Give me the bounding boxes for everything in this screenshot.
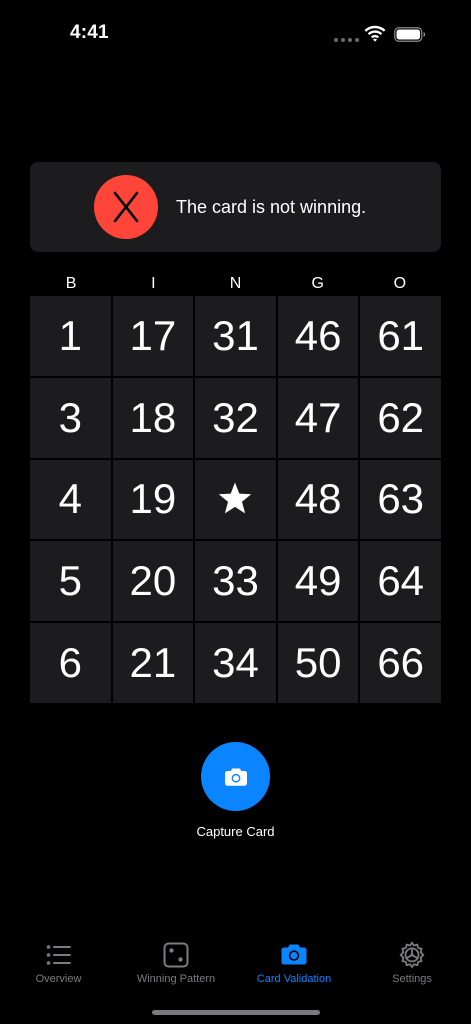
result-message: The card is not winning. <box>176 197 367 217</box>
battery-icon <box>394 27 426 42</box>
bingo-cell: 64 <box>360 541 441 622</box>
capture-card-label: Capture Card <box>196 824 275 839</box>
bingo-card-grid: 1 17 31 46 61 3 18 32 47 62 4 19 48 63 5… <box>30 296 441 703</box>
camera-icon <box>224 768 247 786</box>
bingo-cell: 34 <box>195 623 276 703</box>
bingo-cell: 17 <box>112 296 194 376</box>
bingo-letter-n: N <box>229 275 242 292</box>
gear-icon <box>399 941 425 969</box>
bingo-cell: 66 <box>360 623 441 703</box>
bingo-free-cell <box>195 459 276 540</box>
camera-icon <box>281 944 307 965</box>
x-icon <box>113 191 139 223</box>
bingo-cell: 33 <box>195 541 276 622</box>
bingo-letter-o: O <box>393 275 407 292</box>
bingo-cell: 63 <box>360 459 441 540</box>
capture-card-button[interactable] <box>201 742 270 811</box>
bingo-cell: 5 <box>30 541 111 622</box>
bingo-cell: 50 <box>277 623 359 703</box>
tab-card-validation-label: Card Validation <box>256 973 332 985</box>
result-banner: The card is not winning. <box>30 162 441 252</box>
bingo-cell: 48 <box>277 459 359 540</box>
list-icon <box>46 945 71 965</box>
bingo-cell: 47 <box>277 377 359 458</box>
bingo-cell: 32 <box>195 377 276 458</box>
tab-settings-label: Settings <box>392 973 432 985</box>
bingo-header: B I N G O <box>30 275 441 295</box>
bingo-cell: 49 <box>277 541 359 622</box>
tab-overview[interactable]: Overview <box>0 930 117 1024</box>
bingo-cell: 21 <box>112 623 194 703</box>
bingo-letter-b: B <box>65 275 77 292</box>
bingo-cell: 62 <box>360 377 441 458</box>
home-indicator[interactable] <box>152 1010 320 1015</box>
bingo-cell: 46 <box>277 296 359 376</box>
bingo-cell: 6 <box>30 623 111 703</box>
bingo-cell: 61 <box>360 296 441 376</box>
status-time: 4:41 <box>70 22 109 43</box>
star-icon <box>219 482 252 514</box>
bingo-cell: 18 <box>112 377 194 458</box>
status-bar: 4:41 <box>0 0 471 70</box>
bingo-cell: 3 <box>30 377 111 458</box>
dice-icon <box>163 942 189 968</box>
result-badge <box>94 175 158 239</box>
bingo-letter-i: I <box>151 275 156 292</box>
bingo-cell: 19 <box>112 459 194 540</box>
tab-winning-pattern-label: Winning Pattern <box>136 973 216 985</box>
bingo-cell: 1 <box>30 296 111 376</box>
bingo-cell: 31 <box>195 296 276 376</box>
wifi-icon <box>364 25 386 42</box>
cellular-signal-icon <box>334 38 359 42</box>
tab-settings[interactable]: Settings <box>353 930 471 1024</box>
bingo-letter-g: G <box>311 275 324 292</box>
tab-overview-label: Overview <box>35 973 82 985</box>
bingo-cell: 4 <box>30 459 111 540</box>
bingo-cell: 20 <box>112 541 194 622</box>
